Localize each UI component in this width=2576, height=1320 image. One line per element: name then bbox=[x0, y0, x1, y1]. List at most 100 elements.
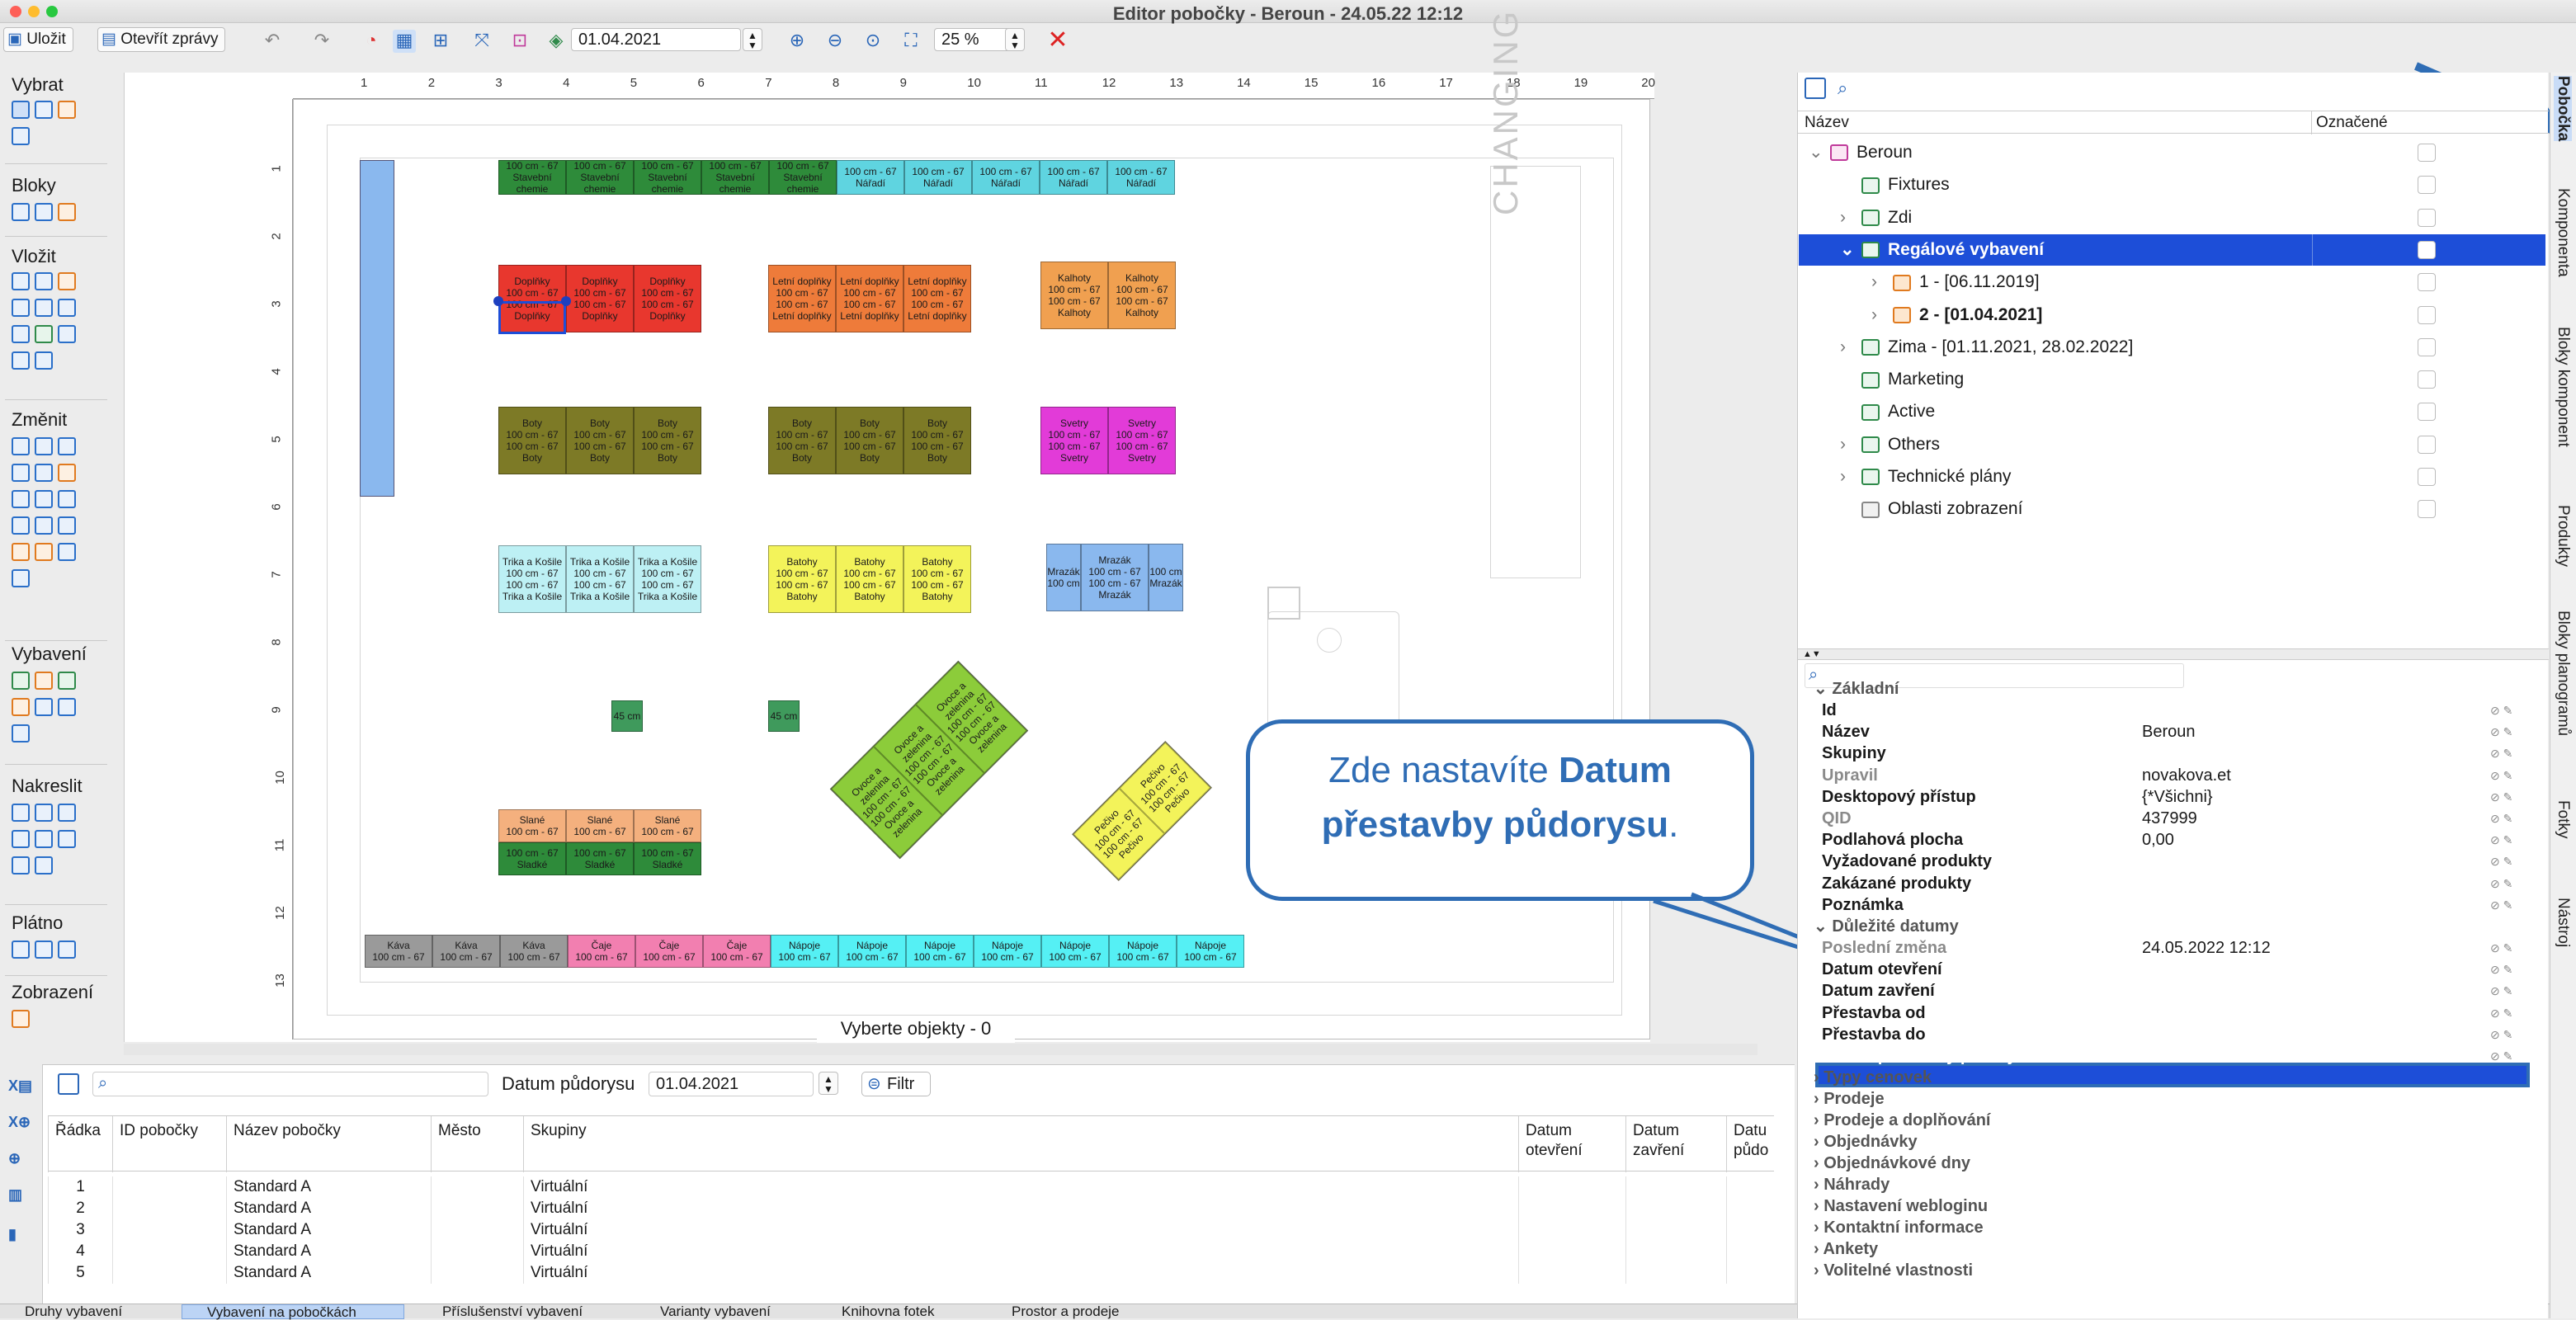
insert-rect-icon[interactable] bbox=[12, 272, 30, 290]
property-group[interactable]: › Prodeje a doplňování bbox=[1799, 1110, 2545, 1131]
shelf-fixture[interactable]: Nápoje 100 cm - 67 bbox=[1177, 935, 1244, 968]
property-row[interactable]: QID 437999 ⊘ ✎ bbox=[1799, 808, 2545, 829]
edit-icons[interactable]: ⊘ ✎ bbox=[2490, 894, 2512, 916]
xml-export-icon[interactable]: X⊕ bbox=[8, 1114, 31, 1131]
vertical-tab[interactable]: Fotky bbox=[2554, 800, 2572, 838]
shelf-fixture[interactable]: Slané 100 cm - 67 bbox=[634, 809, 701, 842]
edit-icons[interactable]: ⊘ ✎ bbox=[2490, 1045, 2512, 1067]
canvas-resize-icon[interactable] bbox=[12, 940, 30, 959]
col-header[interactable]: ID pobočky bbox=[112, 1116, 226, 1172]
equipment-link-icon[interactable] bbox=[35, 672, 53, 690]
shelf-fixture[interactable]: 100 cm - 67 Sladké bbox=[566, 842, 634, 875]
grid-select-icon[interactable]: ▦ bbox=[393, 30, 416, 53]
draw-polygon-icon[interactable] bbox=[35, 856, 53, 874]
zoom-stepper[interactable]: ▲ ▼ bbox=[1005, 28, 1025, 51]
center-icon[interactable] bbox=[58, 516, 76, 535]
shelf-fixture[interactable]: Boty 100 cm - 67 100 cm - 67 Boty bbox=[634, 407, 701, 474]
equipment-tree-icon[interactable] bbox=[12, 672, 30, 690]
shelf-fixture[interactable]: Mrazák 100 cm - 67 100 cm - 67 Mrazák bbox=[1081, 544, 1149, 611]
bar-chart-icon[interactable]: ▮ bbox=[8, 1226, 17, 1243]
layers-icon[interactable]: ◈ bbox=[545, 30, 568, 53]
distribute-icon[interactable] bbox=[35, 464, 53, 482]
space-h-icon[interactable] bbox=[12, 516, 30, 535]
shelf-fixture[interactable]: Nápoje 100 cm - 67 bbox=[838, 935, 906, 968]
expand-chevron-icon[interactable]: › bbox=[1840, 461, 1861, 493]
property-value[interactable]: 437999 bbox=[2142, 808, 2197, 829]
group-icon[interactable] bbox=[12, 543, 30, 561]
property-group[interactable]: ⌄ Důležité datumy bbox=[1799, 916, 2545, 937]
property-group[interactable]: › Ankety bbox=[1799, 1238, 2545, 1260]
small-fixture[interactable]: 45 cm bbox=[768, 700, 800, 732]
insert-svg-icon[interactable] bbox=[35, 351, 53, 370]
shelf-fixture[interactable]: Kalhoty 100 cm - 67 100 cm - 67 Kalhoty bbox=[1040, 262, 1108, 329]
marked-checkbox[interactable] bbox=[2418, 435, 2436, 454]
edit-icons[interactable]: ⊘ ✎ bbox=[2490, 721, 2512, 742]
edit-icons[interactable]: ⊘ ✎ bbox=[2490, 959, 2512, 980]
property-row[interactable]: Id ⊘ ✎ bbox=[1799, 700, 2545, 721]
copy-icon[interactable] bbox=[12, 569, 30, 587]
property-row[interactable]: Zakázané produkty ⊘ ✎ bbox=[1799, 873, 2545, 894]
select-target-icon[interactable] bbox=[35, 101, 53, 119]
tab-space-sales[interactable]: Prostor a prodeje bbox=[987, 1304, 1152, 1319]
zoom-in-icon[interactable]: ⊕ bbox=[786, 30, 809, 53]
tab-photo-library[interactable]: Knihovna fotek bbox=[817, 1304, 974, 1319]
shelf-fixture[interactable]: Nápoje 100 cm - 67 bbox=[771, 935, 838, 968]
floorplan-date-field[interactable]: 01.04.2021 bbox=[649, 1072, 814, 1096]
expand-chevron-icon[interactable]: › bbox=[1840, 202, 1861, 233]
edit-icons[interactable]: ⊘ ✎ bbox=[2490, 786, 2512, 808]
shelf-fixture[interactable]: Mrazák 100 cm bbox=[1046, 544, 1081, 611]
shelf-fixture[interactable]: Trika a Košile 100 cm - 67 100 cm - 67 Trik… bbox=[566, 545, 634, 613]
table-row[interactable]: 3 Standard A Virtuální bbox=[48, 1219, 1774, 1241]
table-row[interactable]: 4 Standard A Virtuální bbox=[48, 1241, 1774, 1262]
property-group[interactable]: › Objednávky bbox=[1799, 1131, 2545, 1153]
shelf-fixture[interactable]: 100 cm - 67 Stavební chemie bbox=[769, 160, 837, 195]
property-value[interactable]: Beroun bbox=[2142, 721, 2196, 742]
selection-handle[interactable] bbox=[561, 296, 571, 306]
expand-chevron-icon[interactable]: ⌄ bbox=[1809, 137, 1830, 168]
undo-icon[interactable]: ↶ bbox=[261, 30, 284, 53]
zoom-field[interactable]: 25 % bbox=[934, 28, 1013, 51]
vertical-tab[interactable]: Nástroj bbox=[2554, 898, 2572, 947]
col-name-header[interactable]: Název bbox=[1805, 114, 1849, 132]
property-row[interactable]: Datum zavření ⊘ ✎ bbox=[1799, 980, 2545, 1002]
zoom-fit-icon[interactable]: ⊙ bbox=[861, 30, 885, 53]
shelf-fixture[interactable]: Letní doplňky 100 cm - 67 100 cm - 67 Letní… bbox=[836, 265, 903, 332]
display-layout-icon[interactable] bbox=[12, 1010, 30, 1028]
property-row[interactable]: Název Beroun ⊘ ✎ bbox=[1799, 721, 2545, 742]
edit-icons[interactable]: ⊘ ✎ bbox=[2490, 851, 2512, 872]
shelf-fixture[interactable]: Čaje 100 cm - 67 bbox=[703, 935, 771, 968]
marked-checkbox[interactable] bbox=[2418, 208, 2436, 227]
property-value[interactable]: 0,00 bbox=[2142, 829, 2174, 851]
expand-chevron-icon[interactable]: ⌄ bbox=[1840, 234, 1861, 266]
shelf-fixture[interactable]: Letní doplňky 100 cm - 67 100 cm - 67 Letní… bbox=[903, 265, 971, 332]
canvas-horizontal-scrollbar[interactable] bbox=[124, 1044, 1757, 1055]
equipment-stack-icon[interactable] bbox=[12, 724, 30, 742]
vertical-tab[interactable]: Bloky planogramů bbox=[2554, 610, 2572, 736]
floorplan-date-stepper[interactable]: ▲ ▼ bbox=[819, 1072, 838, 1095]
property-group[interactable]: › Nastavení webloginu bbox=[1799, 1195, 2545, 1217]
shelf-fixture[interactable]: Batohy 100 cm - 67 100 cm - 67 Batohy bbox=[836, 545, 903, 613]
canvas-edit-icon[interactable] bbox=[35, 940, 53, 959]
shelf-fixture[interactable]: Nápoje 100 cm - 67 bbox=[906, 935, 974, 968]
insert-angle-icon[interactable] bbox=[58, 325, 76, 343]
block-building-icon[interactable] bbox=[12, 203, 30, 221]
property-row[interactable]: Poslední změna 24.05.2022 12:12 ⊘ ✎ bbox=[1799, 937, 2545, 959]
shelf-fixture[interactable]: Čaje 100 cm - 67 bbox=[635, 935, 703, 968]
marked-checkbox[interactable] bbox=[2418, 403, 2436, 422]
insert-image-icon[interactable] bbox=[12, 351, 30, 370]
vertical-tab[interactable]: Produkty bbox=[2554, 505, 2572, 567]
property-row[interactable]: Datum otevření ⊘ ✎ bbox=[1799, 959, 2545, 980]
shelf-fixture[interactable]: 100 cm - 67 Stavební chemie bbox=[566, 160, 634, 195]
tab-accessories[interactable]: Příslušenství vybavení bbox=[418, 1304, 624, 1319]
shelf-fixture[interactable]: Káva 100 cm - 67 bbox=[500, 935, 568, 968]
shelf-fixture[interactable]: Batohy 100 cm - 67 100 cm - 67 Batohy bbox=[903, 545, 971, 613]
shelf-fixture[interactable]: Boty 100 cm - 67 100 cm - 67 Boty bbox=[566, 407, 634, 474]
panel-splitter[interactable]: ▲▼ bbox=[1798, 648, 2549, 660]
insert-list-icon[interactable] bbox=[58, 299, 76, 317]
equipment-frame-icon[interactable] bbox=[35, 698, 53, 716]
insert-dimension-icon[interactable] bbox=[12, 325, 30, 343]
date-field[interactable]: 01.04.2021 bbox=[571, 28, 741, 51]
snapshot-icon[interactable]: ⊡ bbox=[508, 30, 531, 53]
shelf-fixture[interactable]: Batohy 100 cm - 67 100 cm - 67 Batohy bbox=[768, 545, 836, 613]
move-icon[interactable] bbox=[12, 437, 30, 455]
